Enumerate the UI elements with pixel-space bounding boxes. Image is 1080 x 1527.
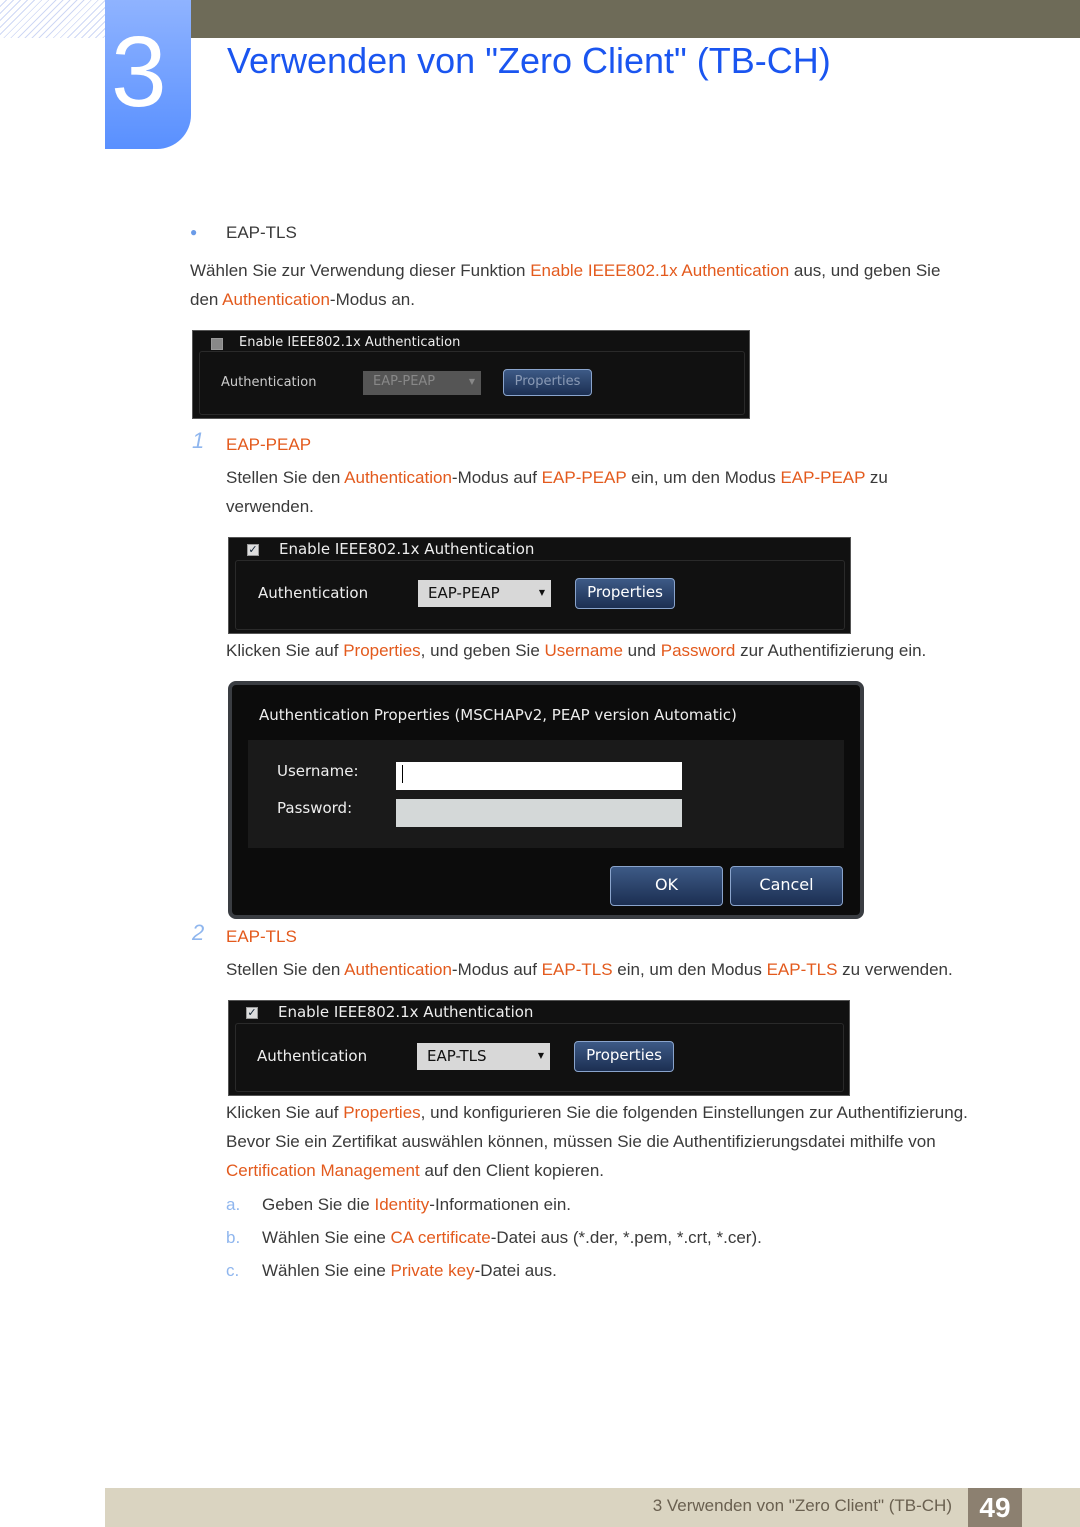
auth-select[interactable]: EAP-TLS ▼ bbox=[417, 1043, 550, 1070]
list-item: Wählen Sie eine Private key-Datei aus. bbox=[262, 1261, 557, 1280]
properties-button[interactable]: Properties bbox=[503, 369, 592, 396]
checkbox-label: Enable IEEE802.1x Authentication bbox=[279, 540, 535, 558]
password-label: Password: bbox=[277, 799, 353, 817]
list-item: Wählen Sie eine CA certificate-Datei aus… bbox=[262, 1228, 762, 1247]
chevron-down-icon: ▼ bbox=[468, 377, 475, 386]
header-hatch bbox=[0, 0, 105, 38]
step-number: 2 bbox=[192, 920, 205, 945]
s1-p3: Klicken Sie auf Properties, und geben Si… bbox=[226, 641, 927, 660]
screenshot-disabled: Enable IEEE802.1x Authentication Authent… bbox=[192, 330, 750, 419]
list-letter: b. bbox=[226, 1228, 241, 1247]
section-heading: EAP-TLS bbox=[226, 927, 297, 946]
cancel-button[interactable]: Cancel bbox=[730, 866, 843, 906]
auth-select[interactable]: EAP-PEAP ▼ bbox=[418, 580, 551, 607]
checkbox-checked[interactable]: ✓ bbox=[246, 1007, 258, 1019]
auth-select[interactable]: EAP-PEAP ▼ bbox=[363, 371, 481, 395]
auth-properties-dialog: Authentication Properties (MSCHAPv2, PEA… bbox=[228, 681, 864, 919]
chapter-number: 3 bbox=[105, 0, 191, 149]
s2-p2: Klicken Sie auf Properties, und konfigur… bbox=[226, 1103, 968, 1122]
checkbox[interactable] bbox=[211, 338, 223, 350]
step-number: 1 bbox=[192, 428, 205, 453]
auth-label: Authentication bbox=[257, 1047, 368, 1065]
s1-p1: Stellen Sie den Authentication-Modus auf… bbox=[226, 468, 888, 487]
username-input[interactable] bbox=[396, 762, 682, 790]
auth-label: Authentication bbox=[221, 375, 317, 390]
footer-text: 3 Verwenden von "Zero Client" (TB-CH) bbox=[652, 1496, 952, 1515]
page-title: Verwenden von "Zero Client" (TB-CH) bbox=[227, 40, 831, 81]
screenshot-eap-tls: ✓ Enable IEEE802.1x Authentication Authe… bbox=[228, 1000, 850, 1096]
chevron-down-icon: ▼ bbox=[538, 588, 545, 597]
auth-label: Authentication bbox=[258, 584, 369, 602]
bullet-text: EAP-TLS bbox=[226, 223, 297, 242]
properties-button[interactable]: Properties bbox=[574, 1041, 674, 1072]
intro-p1: Wählen Sie zur Verwendung dieser Funktio… bbox=[190, 261, 941, 280]
intro-p2: den Authentication-Modus an. bbox=[190, 290, 415, 309]
ok-button[interactable]: OK bbox=[610, 866, 723, 906]
dialog-title: Authentication Properties (MSCHAPv2, PEA… bbox=[259, 706, 737, 724]
page-number: 49 bbox=[968, 1488, 1022, 1527]
chevron-down-icon: ▼ bbox=[537, 1051, 544, 1060]
list-letter: c. bbox=[226, 1261, 240, 1280]
header-bar bbox=[190, 0, 1080, 38]
properties-button[interactable]: Properties bbox=[575, 578, 675, 609]
s1-p2: verwenden. bbox=[226, 497, 314, 516]
s2-p3: Bevor Sie ein Zertifikat auswählen könne… bbox=[226, 1132, 936, 1151]
section-heading: EAP-PEAP bbox=[226, 435, 312, 454]
checkbox-checked[interactable]: ✓ bbox=[247, 544, 259, 556]
username-label: Username: bbox=[277, 762, 359, 780]
s2-p4: Certification Management auf den Client … bbox=[226, 1161, 605, 1180]
screenshot-eap-peap: ✓ Enable IEEE802.1x Authentication Authe… bbox=[228, 537, 851, 634]
s2-p1: Stellen Sie den Authentication-Modus auf… bbox=[226, 960, 953, 979]
list-letter: a. bbox=[226, 1195, 241, 1214]
password-input[interactable] bbox=[396, 799, 682, 827]
list-item: Geben Sie die Identity-Informationen ein… bbox=[262, 1195, 572, 1214]
bullet-icon: ● bbox=[190, 225, 198, 239]
checkbox-label: Enable IEEE802.1x Authentication bbox=[239, 335, 461, 350]
checkbox-label: Enable IEEE802.1x Authentication bbox=[278, 1003, 534, 1021]
